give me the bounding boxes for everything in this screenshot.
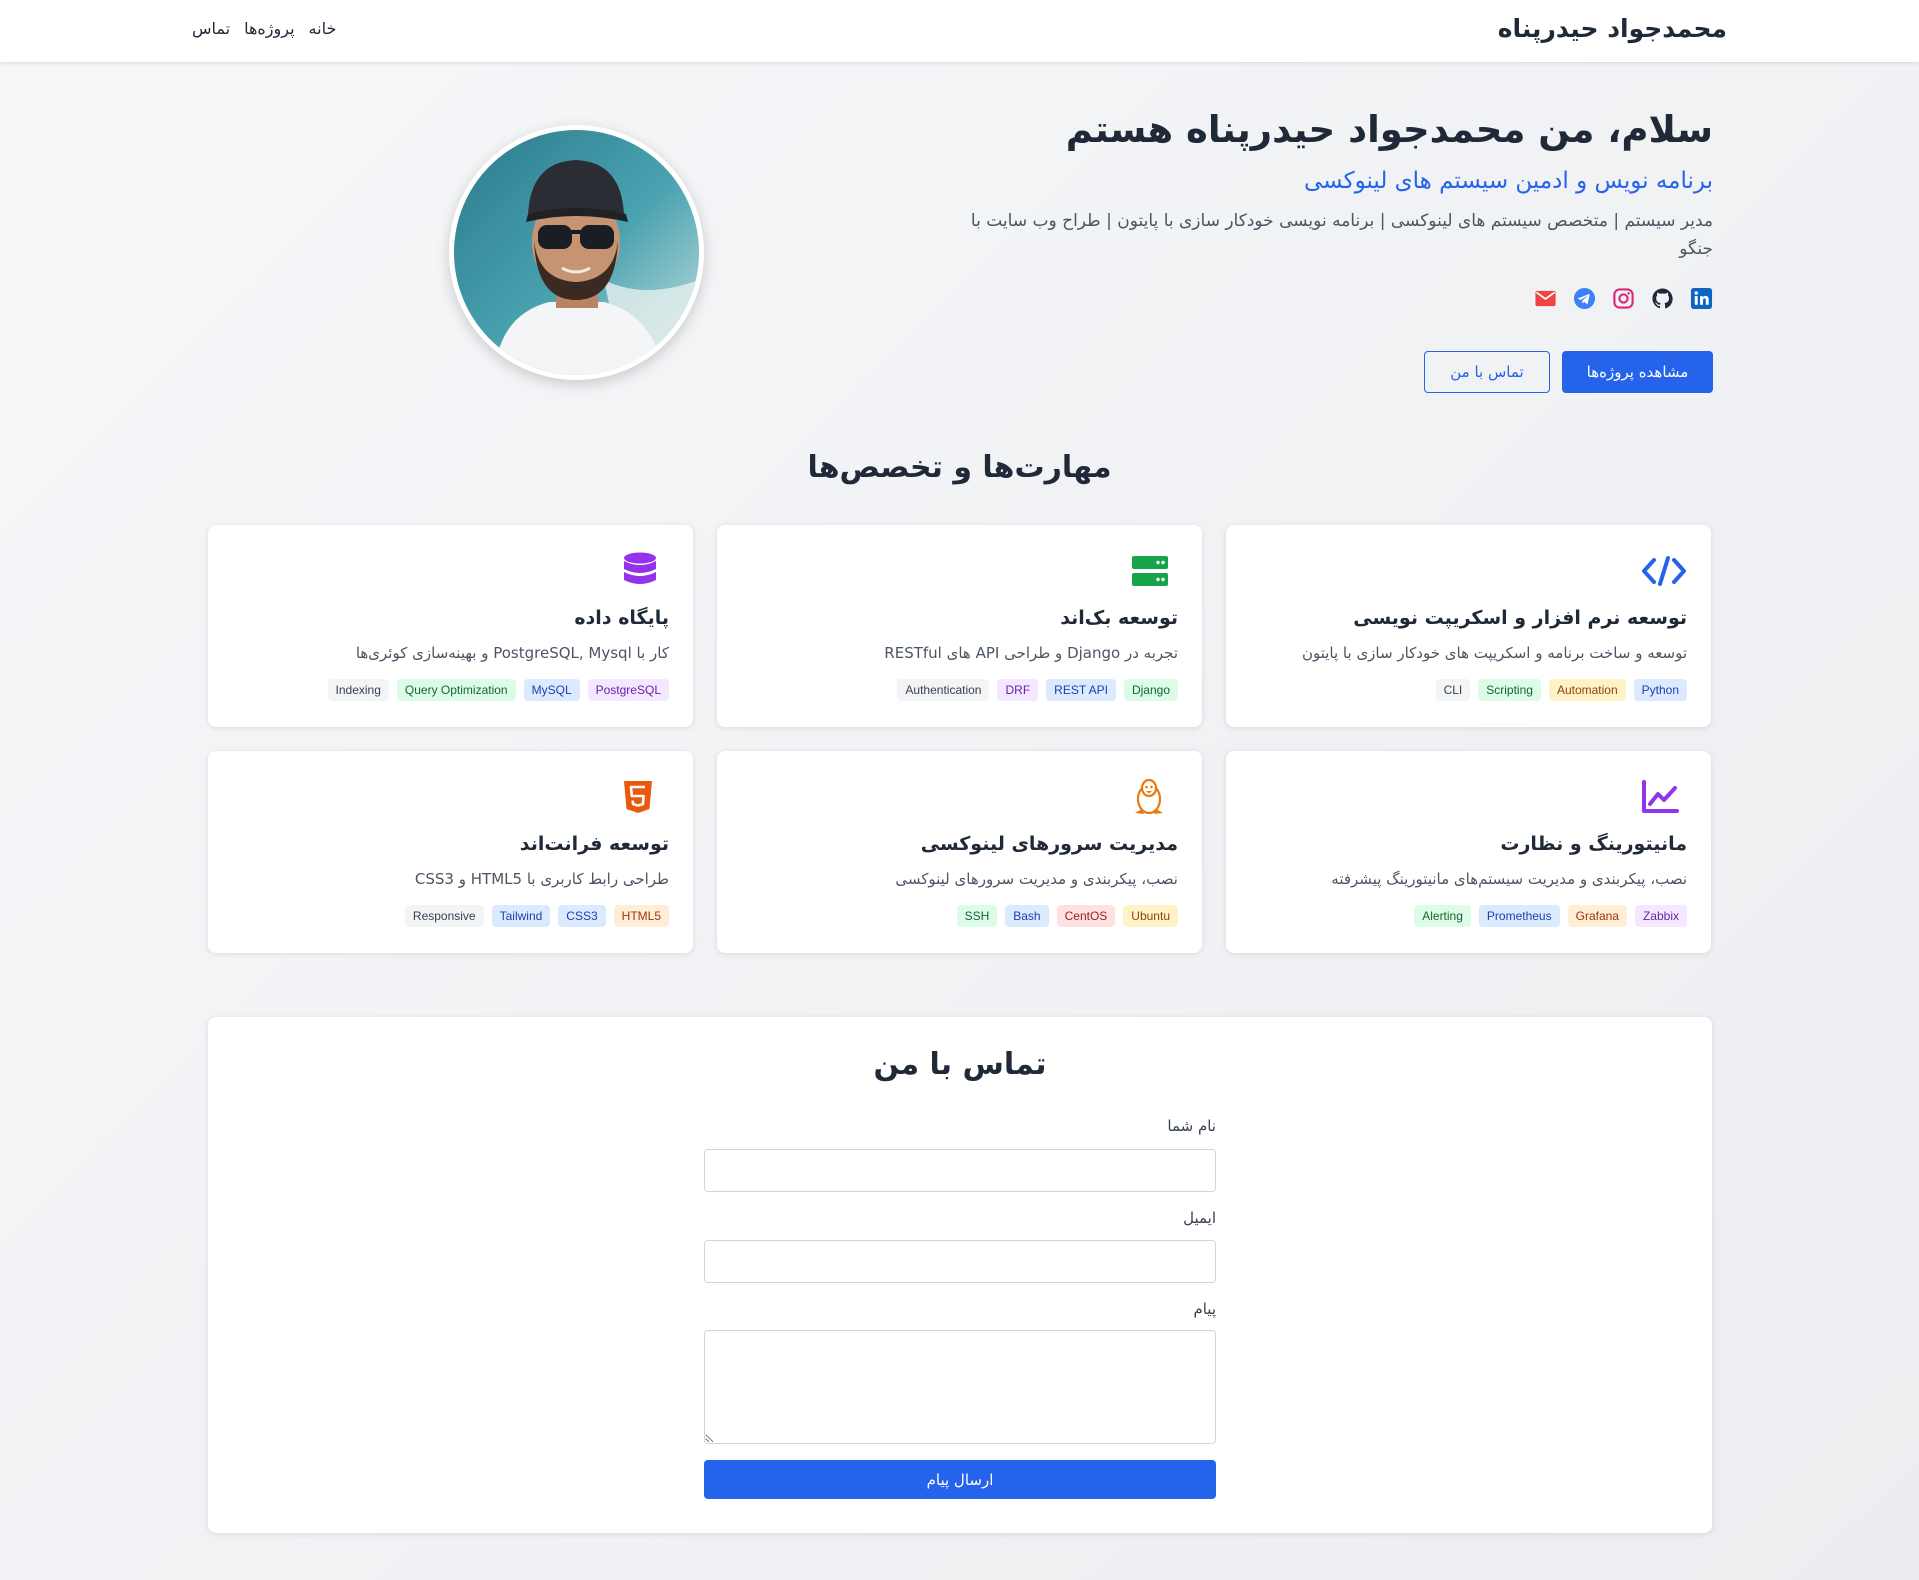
skill-card-description: نصب، پیکربندی و مدیریت سیستم‌های مانیتور… <box>1331 870 1687 888</box>
github-icon[interactable] <box>1651 287 1674 310</box>
skill-card-software: توسعه نرم افزار و اسکریپت نویسی توسعه و … <box>1226 525 1711 727</box>
contact-title: تماس با من <box>873 1047 1047 1082</box>
telegram-icon[interactable] <box>1573 287 1596 310</box>
skill-card-title: توسعه نرم افزار و اسکریپت نویسی <box>1353 607 1687 629</box>
name-field[interactable] <box>704 1149 1216 1192</box>
hero-subtitle: برنامه نویس و ادمین سیستم های لینوکسی <box>1303 168 1713 194</box>
skill-tags: Python Automation Scripting CLI <box>1435 679 1687 701</box>
skill-tag: Indexing <box>327 679 389 701</box>
skill-tag: PostgreSQL <box>587 679 669 701</box>
nav-link-home[interactable]: خانه <box>309 19 337 38</box>
skill-card-monitoring: مانیتورینگ و نظارت نصب، پیکربندی و مدیری… <box>1226 751 1711 953</box>
skill-tags: PostgreSQL MySQL Query Optimization Inde… <box>327 679 669 701</box>
skill-tag: CSS3 <box>558 905 606 927</box>
linkedin-icon[interactable] <box>1690 287 1713 310</box>
skill-tag: HTML5 <box>613 905 669 927</box>
skill-tag: Automation <box>1548 679 1626 701</box>
skill-tags: Ubuntu CentOS Bash SSH <box>956 905 1178 927</box>
skill-tag: Alerting <box>1414 905 1471 927</box>
skill-card-title: پایگاه داده <box>574 607 669 629</box>
skill-tag: REST API <box>1046 679 1116 701</box>
hero-buttons: مشاهده پروژه‌ها تماس با من <box>1424 351 1713 393</box>
hero-title: سلام، من محمدجواد حیدرپناه هستم <box>1065 108 1713 151</box>
skill-tag: Zabbix <box>1634 905 1687 927</box>
skill-card-title: توسعه فرانت‌اند <box>519 833 669 855</box>
skill-card-backend: توسعه بک‌اند تجربه در Django و طراحی API… <box>717 525 1202 727</box>
skill-tag: Authentication <box>897 679 990 701</box>
nav-link-projects[interactable]: پروژه‌ها <box>244 19 294 38</box>
skill-tag: Django <box>1123 679 1178 701</box>
view-projects-button[interactable]: مشاهده پروژه‌ها <box>1562 351 1713 393</box>
social-links <box>1534 287 1713 310</box>
profile-photo <box>454 130 699 375</box>
skill-tags: Zabbix Grafana Prometheus Alerting <box>1414 905 1687 927</box>
linux-icon <box>1135 778 1163 815</box>
contact-me-button[interactable]: تماس با من <box>1424 351 1550 393</box>
skill-tag: Ubuntu <box>1123 905 1178 927</box>
skill-tag: MySQL <box>523 679 580 701</box>
code-icon <box>1642 556 1686 586</box>
skill-tags: HTML5 CSS3 Tailwind Responsive <box>404 905 669 927</box>
send-message-button[interactable]: ارسال پیام <box>704 1460 1216 1499</box>
skill-tag: Query Optimization <box>396 679 516 701</box>
site-brand[interactable]: محمدجواد حیدرپناه <box>1498 14 1727 43</box>
skill-card-title: مدیریت سرورهای لینوکسی <box>920 833 1178 855</box>
hero-description: مدیر سیستم | متخصص سیستم های لینوکسی | ب… <box>970 211 1713 259</box>
skill-tags: Django REST API DRF Authentication <box>897 679 1178 701</box>
skill-card-linux: مدیریت سرورهای لینوکسی نصب، پیکربندی و م… <box>717 751 1202 953</box>
skill-tag: Scripting <box>1478 679 1541 701</box>
email-icon[interactable] <box>1534 287 1557 310</box>
skill-card-database: پایگاه داده کار با PostgreSQL, Mysql و ب… <box>208 525 693 727</box>
skill-tag: Grafana <box>1567 905 1627 927</box>
skill-card-description: کار با PostgreSQL, Mysql و بهینه‌سازی کو… <box>355 644 669 662</box>
skill-card-description: طراحی رابط کاربری با HTML5 و CSS3 <box>414 870 669 888</box>
contact-section: تماس با من نام شما ایمیل پیام ارسال پیام <box>208 1017 1712 1533</box>
skills-title: مهارت‌ها و تخصص‌ها <box>807 450 1112 485</box>
skill-tag: Python <box>1633 679 1687 701</box>
navbar: محمدجواد حیدرپناه خانه پروژه‌ها تماس <box>0 0 1919 62</box>
database-icon <box>624 552 656 584</box>
chart-line-icon <box>1642 780 1679 813</box>
message-label: پیام <box>1193 1300 1216 1318</box>
skill-tag: Prometheus <box>1478 905 1560 927</box>
nav-links: خانه پروژه‌ها تماس <box>192 19 336 38</box>
skill-tag: CentOS <box>1056 905 1116 927</box>
skill-tag: Responsive <box>404 905 484 927</box>
server-icon <box>1132 556 1168 586</box>
skill-card-title: توسعه بک‌اند <box>1060 607 1178 629</box>
skill-tag: SSH <box>956 905 998 927</box>
avatar <box>449 125 704 380</box>
skill-card-description: تجربه در Django و طراحی API های RESTful <box>884 644 1178 662</box>
skill-card-frontend: توسعه فرانت‌اند طراحی رابط کاربری با HTM… <box>208 751 693 953</box>
skill-tag: Bash <box>1005 905 1049 927</box>
skill-card-title: مانیتورینگ و نظارت <box>1500 833 1687 855</box>
skill-tag: CLI <box>1435 679 1471 701</box>
email-field[interactable] <box>704 1240 1216 1283</box>
html5-icon <box>624 781 652 813</box>
skill-card-description: توسعه و ساخت برنامه و اسکریپت های خودکار… <box>1301 644 1687 662</box>
nav-link-contact[interactable]: تماس <box>192 19 230 38</box>
name-label: نام شما <box>1167 1117 1216 1135</box>
skill-tag: Tailwind <box>491 905 551 927</box>
message-field[interactable] <box>704 1330 1216 1444</box>
instagram-icon[interactable] <box>1612 287 1635 310</box>
skill-card-description: نصب، پیکربندی و مدیریت سرورهای لینوکسی <box>895 870 1178 888</box>
skill-tag: DRF <box>997 679 1039 701</box>
email-label: ایمیل <box>1183 1209 1216 1227</box>
